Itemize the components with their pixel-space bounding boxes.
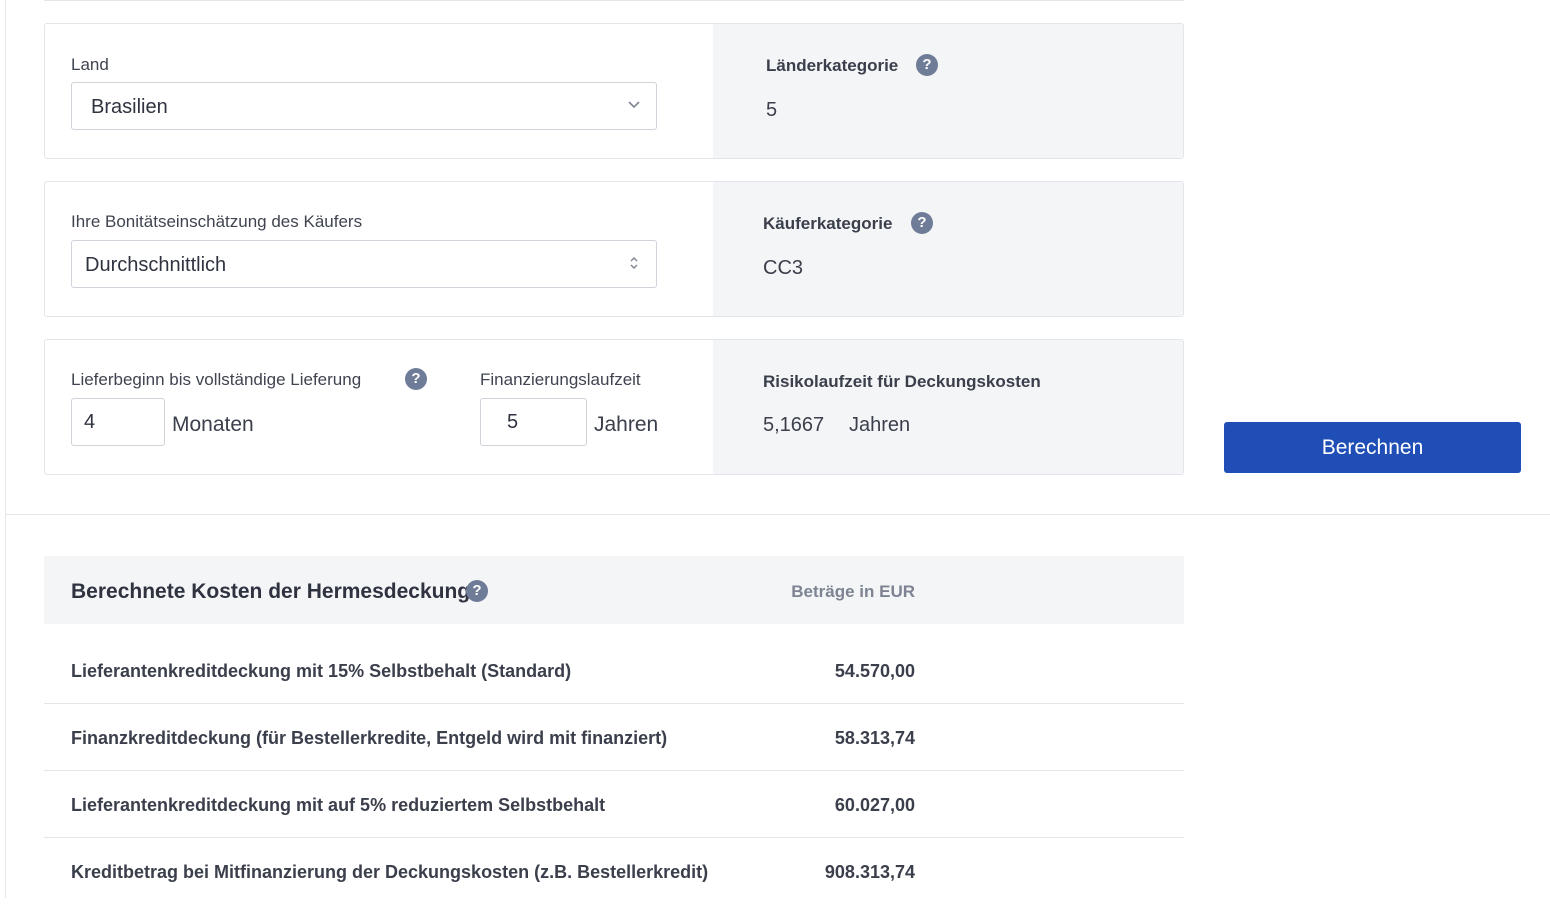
country-select[interactable]: Brasilien — [71, 82, 657, 130]
buyer-category-panel: Käuferkategorie ? CC3 — [713, 182, 1183, 316]
buyer-card: Ihre Bonitätseinschätzung des Käufers Du… — [44, 181, 1184, 317]
result-row-label: Kreditbetrag bei Mitfinanzierung der Dec… — [71, 862, 709, 882]
result-row-label: Finanzkreditdeckung (für Bestellerkredit… — [71, 728, 668, 748]
buyer-category-value: CC3 — [763, 257, 804, 279]
buyer-rating-value: Durchschnittlich — [85, 254, 227, 276]
delivery-unit: Monaten — [172, 413, 254, 436]
buyer-rating-select[interactable]: Durchschnittlich — [71, 240, 657, 288]
calculate-button[interactable]: Berechnen — [1224, 422, 1521, 473]
term-card: Lieferbeginn bis vollständige Lieferung … — [44, 339, 1184, 475]
result-row: Finanzkreditdeckung (für Bestellerkredit… — [44, 703, 1184, 771]
result-row-label: Lieferantenkreditdeckung mit auf 5% redu… — [71, 795, 606, 815]
chevron-down-icon — [628, 101, 640, 109]
result-row-amount: 58.313,74 — [834, 728, 915, 748]
result-row: Lieferantenkreditdeckung mit auf 5% redu… — [44, 770, 1184, 838]
result-row: Kreditbetrag bei Mitfinanzierung der Dec… — [44, 837, 1184, 904]
result-row-amount: 54.570,00 — [834, 661, 915, 681]
sort-arrows-icon — [630, 257, 638, 269]
delivery-period-label: Lieferbeginn bis vollständige Lieferung — [71, 370, 362, 389]
result-row-amount: 908.313,74 — [824, 862, 915, 882]
result-row-amount: 60.027,00 — [834, 795, 915, 815]
result-row-label: Lieferantenkreditdeckung mit 15% Selbstb… — [71, 661, 572, 681]
buyer-category-label: Käuferkategorie — [763, 214, 893, 233]
section-divider — [6, 514, 1550, 515]
question-circle-icon[interactable]: ? — [911, 212, 933, 234]
risk-term-unit: Jahren — [849, 414, 911, 436]
risk-term-label: Risikolaufzeit für Deckungskosten — [763, 372, 1041, 391]
question-circle-icon[interactable]: ? — [916, 54, 938, 76]
country-category-panel: Länderkategorie ? 5 — [713, 24, 1183, 158]
results-unit-header: Beträge in EUR — [791, 582, 915, 601]
financing-unit: Jahren — [594, 413, 659, 436]
question-circle-icon[interactable]: ? — [405, 368, 427, 390]
result-row: Lieferantenkreditdeckung mit 15% Selbstb… — [44, 636, 1184, 704]
results-title: Berechnete Kosten der Hermesdeckung — [71, 580, 471, 603]
left-border — [5, 0, 6, 898]
country-label: Land — [71, 55, 109, 74]
country-select-value: Brasilien — [91, 96, 168, 118]
risk-term-panel: Risikolaufzeit für Deckungskosten 5,1667… — [713, 340, 1183, 474]
country-card: Land Brasilien Länderkategorie ? 5 — [44, 23, 1184, 159]
risk-term-value: 5,1667 — [763, 414, 825, 436]
buyer-rating-label: Ihre Bonitätseinschätzung des Käufers — [71, 212, 363, 231]
country-category-value: 5 — [766, 99, 778, 121]
financing-years-input[interactable]: 5 — [480, 398, 587, 446]
delivery-months-input[interactable]: 4 — [71, 398, 165, 446]
question-circle-icon[interactable]: ? — [466, 580, 488, 602]
results-header: Berechnete Kosten der Hermesdeckung ? Be… — [44, 556, 1184, 624]
financing-term-label: Finanzierungslaufzeit — [480, 370, 641, 389]
top-border — [44, 0, 1184, 1]
country-category-label: Länderkategorie — [766, 56, 899, 75]
